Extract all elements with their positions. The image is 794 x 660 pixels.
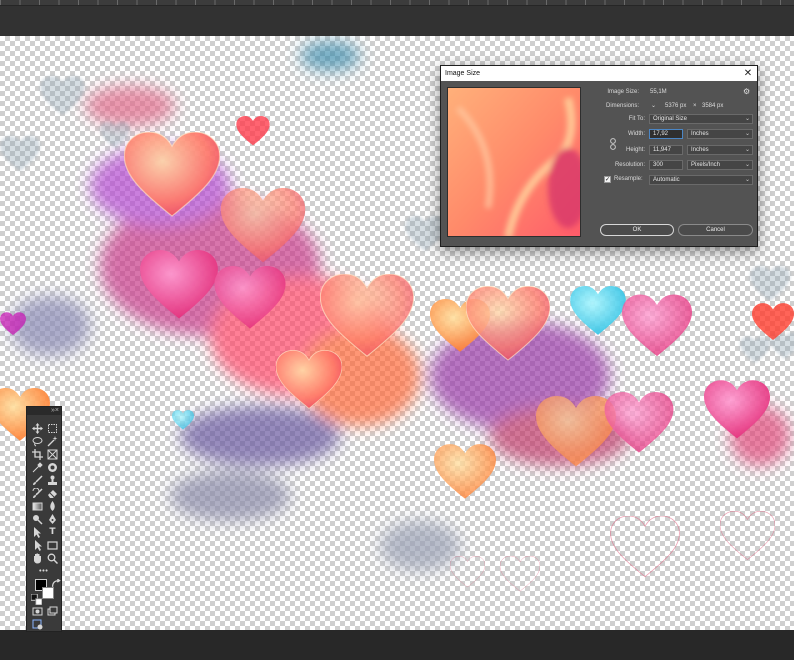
cancel-button[interactable]: Cancel	[678, 224, 753, 236]
photoshop-window: » × T ••• Image Size ✕ Image Size: 55,1M…	[0, 0, 794, 660]
resample-value: Automatic	[653, 177, 680, 183]
eyedropper-tool-icon[interactable]	[32, 462, 43, 473]
options-bar	[0, 0, 794, 36]
chevron-down-icon: ⌄	[744, 147, 750, 153]
tools-panel: » × T •••	[26, 406, 62, 632]
image-size-label: Image Size:	[607, 89, 639, 95]
pen-tool-icon[interactable]	[47, 514, 58, 525]
resample-label: Resample:	[614, 176, 643, 182]
dimensions-height-value: 3584 px	[702, 103, 724, 109]
swap-colors-icon[interactable]	[51, 579, 61, 587]
default-colors-icon[interactable]	[31, 594, 42, 605]
height-unit-value: Inches	[691, 147, 709, 153]
image-size-value: 55,1M	[650, 89, 667, 95]
path-selection-arrow-icon[interactable]	[32, 540, 43, 551]
screen-mode-icon[interactable]	[47, 606, 58, 617]
horizontal-ruler	[0, 0, 794, 6]
type-tool-icon[interactable]: T	[47, 527, 58, 538]
eraser-tool-icon[interactable]	[47, 488, 58, 499]
width-unit-value: Inches	[691, 131, 709, 137]
fit-to-value: Original Size	[653, 116, 688, 122]
lasso-tool-icon[interactable]	[32, 436, 43, 447]
resolution-field[interactable]: 300	[649, 160, 683, 170]
resample-checkbox[interactable]: ✓	[604, 176, 611, 183]
blur-tool-icon[interactable]	[47, 501, 58, 512]
resample-select[interactable]: Automatic ⌄	[649, 175, 753, 185]
dimensions-separator: ×	[693, 103, 697, 109]
clone-stamp-tool-icon[interactable]	[47, 475, 58, 486]
dialog-titlebar[interactable]: Image Size ✕	[441, 66, 757, 81]
history-brush-tool-icon[interactable]	[32, 488, 43, 499]
resolution-unit-select[interactable]: Pixels/Inch ⌄	[687, 160, 753, 170]
chevron-down-icon: ⌄	[744, 177, 750, 183]
magic-wand-tool-icon[interactable]	[47, 436, 58, 447]
dialog-title: Image Size	[445, 70, 481, 77]
ok-button[interactable]: OK	[600, 224, 674, 236]
image-preview[interactable]	[447, 87, 581, 237]
crop-tool-icon[interactable]	[32, 449, 43, 460]
fit-to-label: Fit To:	[628, 116, 645, 122]
brush-tool-icon[interactable]	[32, 475, 43, 486]
spot-healing-tool-icon[interactable]	[47, 462, 58, 473]
resolution-unit-value: Pixels/Inch	[691, 162, 721, 168]
width-field[interactable]: 17,92	[649, 129, 683, 139]
dimensions-chevron-icon[interactable]: ⌄	[651, 102, 656, 111]
rectangle-tool-icon[interactable]	[47, 540, 58, 551]
dimensions-label: Dimensions:	[605, 103, 639, 109]
gradient-tool-icon[interactable]	[32, 501, 43, 512]
close-icon[interactable]: ✕	[743, 66, 753, 81]
edit-toolbar-icon[interactable]	[32, 619, 43, 630]
marquee-tool-icon[interactable]	[47, 423, 58, 434]
gear-icon[interactable]: ⚙	[743, 88, 751, 96]
chevron-down-icon: ⌄	[744, 116, 750, 122]
more-tools-icon[interactable]: •••	[32, 566, 54, 577]
close-panel-icon[interactable]: ×	[55, 407, 59, 415]
image-size-dialog: Image Size ✕ Image Size: 55,1M ⚙ Dimensi…	[440, 65, 758, 247]
hand-tool-icon[interactable]	[32, 553, 43, 564]
height-field[interactable]: 11,947	[649, 145, 683, 155]
dimensions-width-value: 5376 px	[665, 103, 687, 109]
resolution-label: Resolution:	[614, 162, 645, 168]
width-label: Width:	[627, 131, 645, 137]
width-unit-select[interactable]: Inches ⌄	[687, 129, 753, 139]
move-tool-icon[interactable]	[32, 423, 43, 434]
dodge-tool-icon[interactable]	[32, 514, 43, 525]
quick-mask-icon[interactable]	[32, 606, 43, 617]
height-label: Height:	[625, 147, 645, 153]
frame-tool-icon[interactable]	[47, 449, 58, 460]
height-unit-select[interactable]: Inches ⌄	[687, 145, 753, 155]
tools-panel-header[interactable]: » ×	[27, 407, 61, 415]
chevron-down-icon: ⌄	[744, 131, 750, 137]
status-bar	[0, 630, 794, 660]
fit-to-select[interactable]: Original Size ⌄	[649, 114, 753, 124]
chevron-down-icon: ⌄	[744, 162, 750, 168]
zoom-tool-icon[interactable]	[47, 553, 58, 564]
path-selection-tool-icon[interactable]	[32, 527, 43, 538]
